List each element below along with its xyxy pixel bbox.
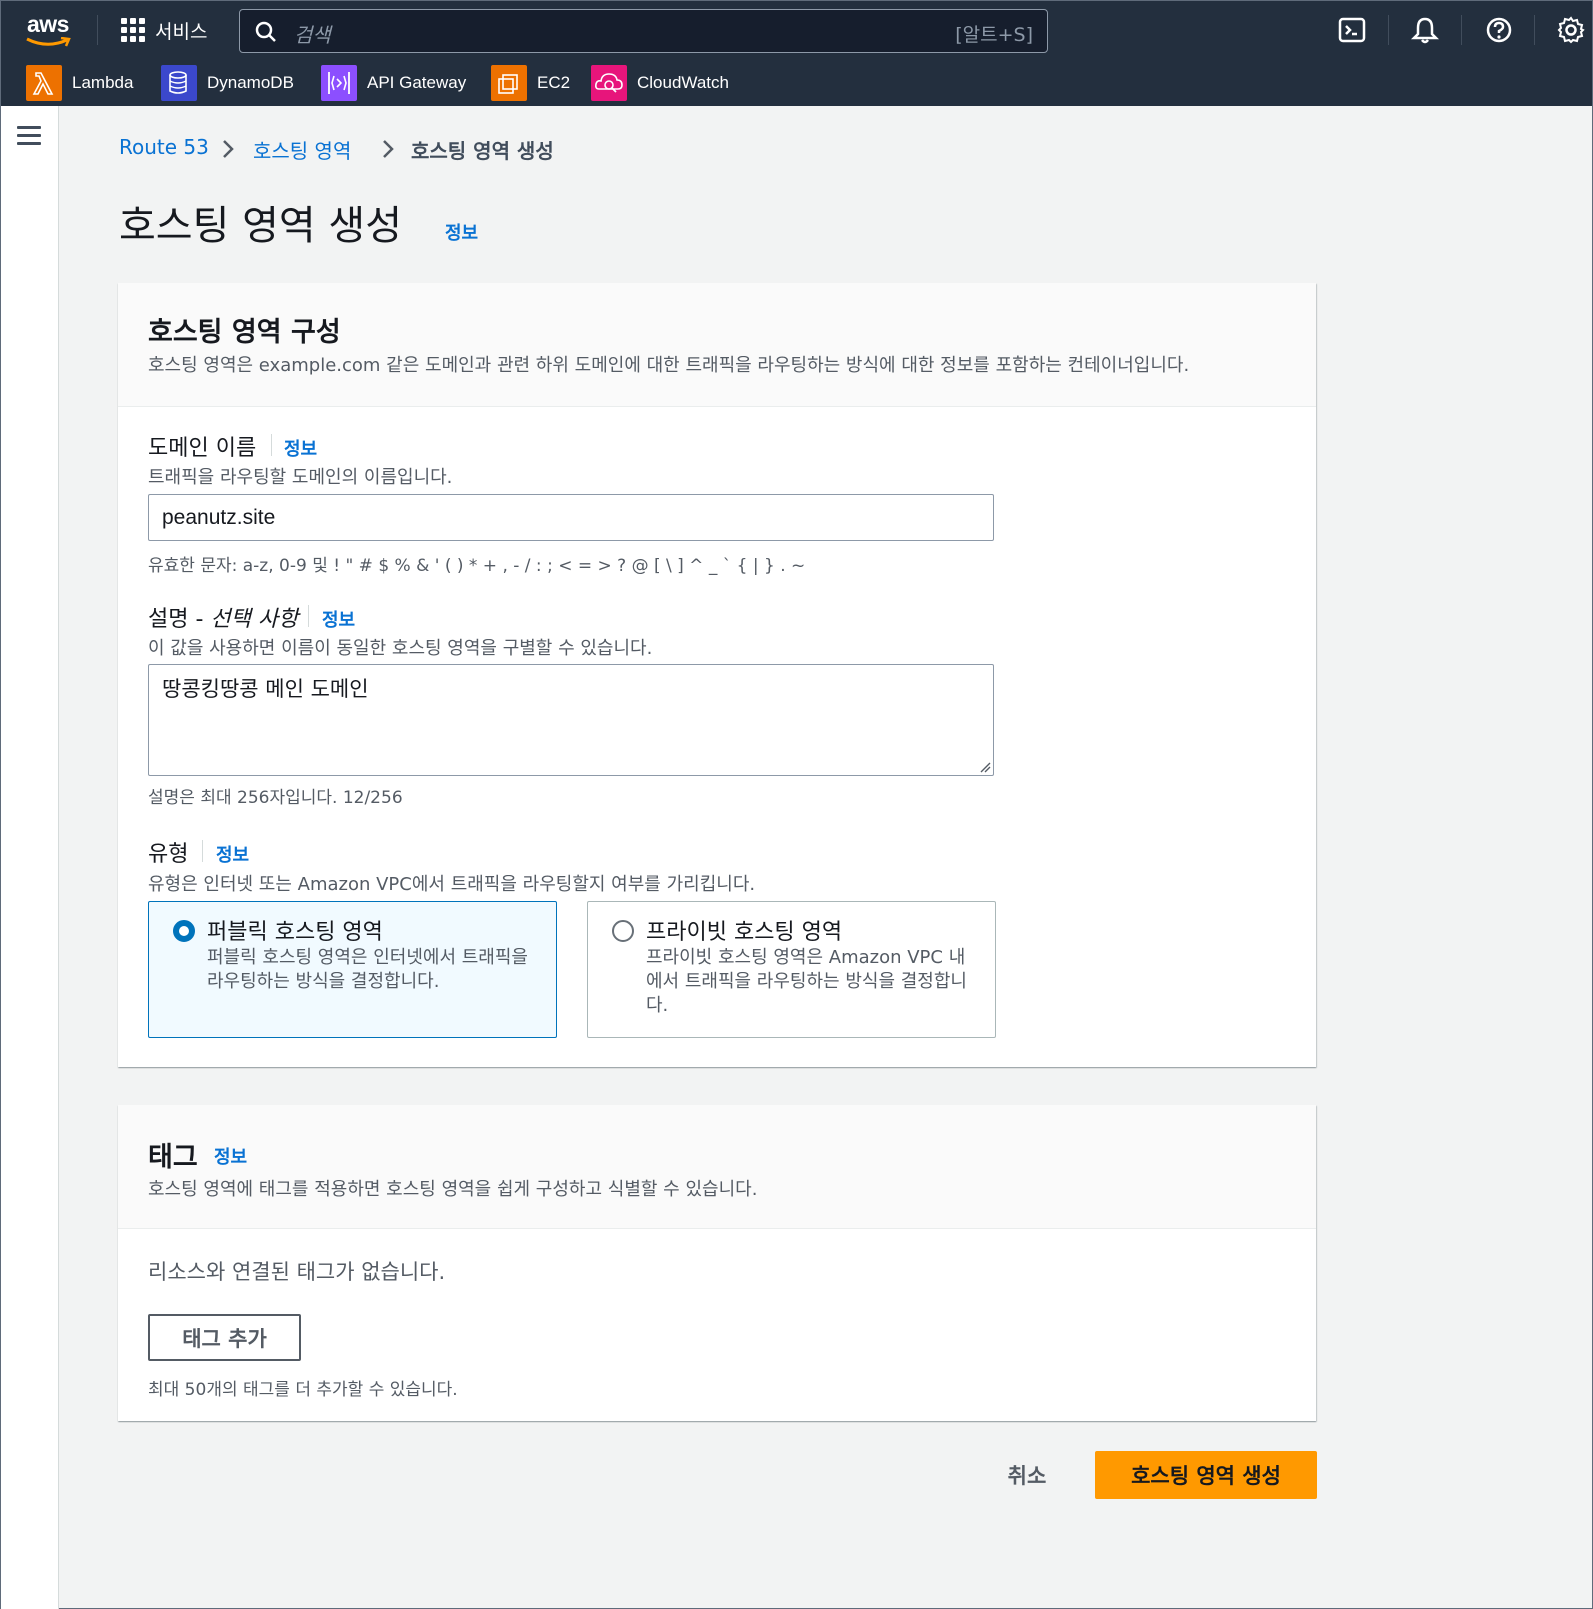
favorite-label: Lambda (72, 73, 134, 92)
create-hosted-zone-button[interactable]: 호스팅 영역 생성 (1095, 1451, 1317, 1499)
settings-icon[interactable] (1556, 15, 1586, 45)
search-icon (255, 21, 276, 42)
hosted-zone-config-panel: 호스팅 영역 구성 호스팅 영역은 example.com 같은 도메인과 관련… (118, 283, 1316, 1067)
radio-title: 퍼블릭 호스팅 영역 (207, 920, 383, 945)
type-info-link[interactable]: 정보 (216, 841, 249, 867)
panel-description: 호스팅 영역은 example.com 같은 도메인과 관련 하위 도메인에 대… (148, 355, 1190, 376)
cloudwatch-icon (591, 65, 627, 101)
tags-panel: 태그 정보 호스팅 영역에 태그를 적용하면 호스팅 영역을 쉽게 구성하고 식… (118, 1105, 1316, 1421)
type-label: 유형 (148, 842, 189, 867)
tags-info-link[interactable]: 정보 (214, 1143, 247, 1169)
radio-description: 퍼블릭 호스팅 영역은 인터넷에서 트래픽을 라우팅하는 방식을 결정합니다. (207, 947, 528, 992)
description-char-count: 설명은 최대 256자입니다. 12/256 (148, 788, 403, 808)
description-info-link[interactable]: 정보 (322, 606, 355, 632)
divider (308, 605, 309, 627)
radio-description: 프라이빗 호스팅 영역은 Amazon VPC 내에서 트래픽을 라우팅하는 방… (646, 947, 967, 1016)
domain-description: 트래픽을 라우팅할 도메인의 이름입니다. (148, 467, 453, 488)
tag-limit-text: 최대 50개의 태그를 더 추가할 수 있습니다. (148, 1380, 458, 1400)
lambda-icon (26, 65, 62, 101)
favorite-dynamodb[interactable]: DynamoDB (161, 65, 294, 101)
bell-icon[interactable] (1410, 15, 1440, 45)
description-label-optional: 선택 사항 (210, 607, 299, 632)
page-info-link[interactable]: 정보 (445, 219, 478, 245)
top-navigation: aws 서비스 검색 [알트+S] Lambda DynamoDB API Ga… (1, 1, 1592, 106)
page-title: 호스팅 영역 생성 (119, 203, 403, 249)
cloudshell-icon[interactable] (1337, 15, 1367, 45)
search-placeholder: 검색 (294, 23, 331, 47)
grid-icon (121, 18, 145, 42)
favorite-cloudwatch[interactable]: CloudWatch (591, 65, 729, 101)
breadcrumb-current: 호스팅 영역 생성 (411, 139, 554, 163)
radio-card-public[interactable]: 퍼블릭 호스팅 영역 퍼블릭 호스팅 영역은 인터넷에서 트래픽을 라우팅하는 … (148, 901, 557, 1038)
add-tag-button[interactable]: 태그 추가 (148, 1314, 301, 1361)
domain-name-label: 도메인 이름 (148, 436, 257, 461)
resize-handle-icon[interactable] (979, 761, 991, 773)
search-input[interactable]: 검색 [알트+S] (239, 9, 1048, 53)
no-tags-text: 리소스와 연결된 태그가 없습니다. (148, 1260, 446, 1284)
aws-smile-icon (26, 37, 71, 47)
help-icon[interactable] (1484, 15, 1514, 45)
aws-logo-text: aws (27, 11, 69, 37)
divider (271, 434, 272, 456)
description-help: 이 값을 사용하면 이름이 동일한 호스팅 영역을 구별할 수 있습니다. (148, 638, 653, 659)
favorite-label: CloudWatch (637, 73, 729, 92)
type-description: 유형은 인터넷 또는 Amazon VPC에서 트래픽을 라우팅할지 여부를 가… (148, 874, 756, 895)
breadcrumb-hosted-zones[interactable]: 호스팅 영역 (253, 135, 351, 164)
description-textarea[interactable]: 땅콩킹땅콩 메인 도메인 (148, 664, 994, 776)
domain-hint: 유효한 문자: a-z, 0-9 및 ! " # $ % & ' ( ) * +… (148, 556, 806, 576)
divider (1534, 15, 1535, 45)
aws-logo[interactable]: aws (23, 11, 75, 49)
top-bar: aws 서비스 검색 [알트+S] (1, 1, 1592, 59)
radio-button-selected[interactable] (173, 920, 195, 942)
favorites-bar: Lambda DynamoDB API Gateway EC2 CloudWat… (1, 61, 1592, 105)
divider (97, 15, 98, 45)
breadcrumb-route53[interactable]: Route 53 (119, 135, 209, 159)
radio-title: 프라이빗 호스팅 영역 (646, 920, 843, 945)
favorite-api-gateway[interactable]: API Gateway (321, 65, 466, 101)
favorite-lambda[interactable]: Lambda (26, 65, 133, 101)
panel-header: 태그 정보 호스팅 영역에 태그를 적용하면 호스팅 영역을 쉽게 구성하고 식… (118, 1105, 1316, 1229)
chevron-right-icon (223, 140, 234, 158)
description-value: 땅콩킹땅콩 메인 도메인 (162, 677, 369, 701)
domain-name-input[interactable] (148, 494, 994, 541)
side-navigation-rail (1, 106, 59, 1609)
panel-title: 호스팅 영역 구성 (148, 317, 341, 348)
description-label-main: 설명 - (148, 607, 211, 632)
favorite-label: DynamoDB (207, 73, 294, 92)
panel-header: 호스팅 영역 구성 호스팅 영역은 example.com 같은 도메인과 관련… (118, 283, 1316, 407)
panel-title: 태그 (148, 1142, 198, 1173)
description-label: 설명 - 선택 사항 (148, 601, 298, 633)
chevron-right-icon (383, 140, 394, 158)
search-shortcut: [알트+S] (955, 24, 1033, 46)
divider (1461, 15, 1462, 45)
favorite-label: API Gateway (367, 73, 467, 92)
divider (202, 840, 203, 862)
api-gateway-icon (321, 65, 357, 101)
radio-button[interactable] (612, 920, 634, 942)
services-label: 서비스 (155, 20, 208, 43)
services-menu-button[interactable]: 서비스 (121, 15, 207, 45)
domain-info-link[interactable]: 정보 (284, 435, 317, 461)
ec2-icon (491, 65, 527, 101)
radio-card-private[interactable]: 프라이빗 호스팅 영역 프라이빗 호스팅 영역은 Amazon VPC 내에서 … (587, 901, 996, 1038)
cancel-button[interactable]: 취소 (991, 1453, 1063, 1497)
menu-icon[interactable] (17, 126, 41, 146)
favorite-ec2[interactable]: EC2 (491, 65, 570, 101)
divider (1388, 15, 1389, 45)
panel-description: 호스팅 영역에 태그를 적용하면 호스팅 영역을 쉽게 구성하고 식별할 수 있… (148, 1179, 758, 1200)
dynamodb-icon (161, 65, 197, 101)
favorite-label: EC2 (537, 73, 571, 92)
